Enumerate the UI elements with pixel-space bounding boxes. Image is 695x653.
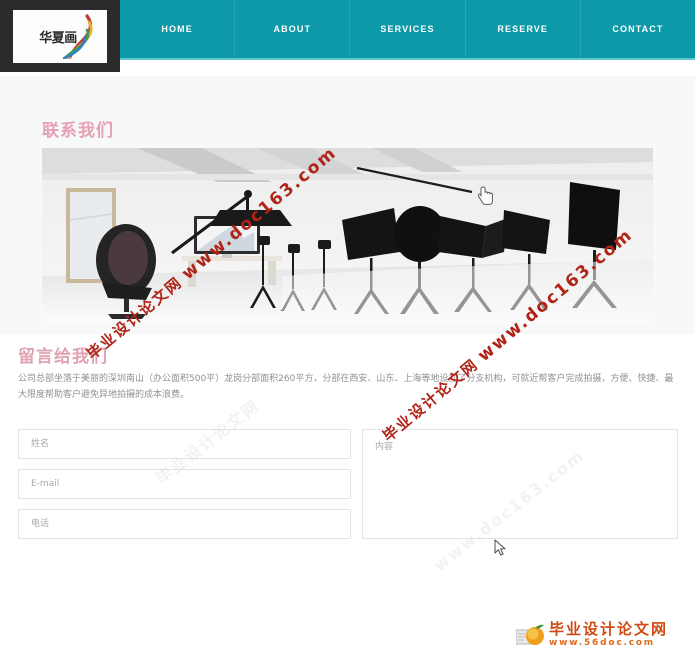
nav-item-about[interactable]: ABOUT — [235, 0, 351, 58]
email-input[interactable] — [18, 469, 351, 499]
studio-photo — [42, 148, 653, 323]
contact-form — [0, 429, 695, 609]
form-right-column — [362, 429, 678, 544]
mango-icon — [515, 622, 546, 648]
nav-item-home[interactable]: HOME — [120, 0, 236, 58]
contact-section: 联系我们 — [0, 76, 695, 334]
nav-item-services[interactable]: SERVICES — [350, 0, 466, 58]
message-section: 留言给我们 公司总部坐落于美丽的深圳南山（办公面积500平）龙岗分部面积260平… — [0, 334, 695, 653]
site-header: 华夏画 HOME ABOUT SERVICES RESERVE CONTACT — [0, 0, 695, 76]
studio-photo-image — [42, 148, 653, 323]
nav-item-contact[interactable]: CONTACT — [581, 0, 695, 58]
contact-heading: 联系我们 — [42, 121, 114, 141]
footer-logo-text: 毕业设计论文网 www.56doc.com — [549, 622, 668, 648]
logo-inner: 华夏画 — [13, 9, 107, 63]
main-navigation[interactable]: HOME ABOUT SERVICES RESERVE CONTACT — [120, 0, 695, 60]
name-input[interactable] — [18, 429, 351, 459]
message-heading: 留言给我们 — [18, 347, 108, 367]
logo-swoosh-icon — [63, 13, 93, 59]
footer-logo-56doc[interactable]: 毕业设计论文网 www.56doc.com — [515, 620, 688, 650]
nav-item-reserve[interactable]: RESERVE — [466, 0, 581, 58]
content-textarea[interactable] — [362, 429, 678, 539]
footer-logo-cn: 毕业设计论文网 — [549, 620, 669, 638]
form-left-column — [18, 429, 351, 549]
footer-logo-url: www.56doc.com — [549, 638, 655, 648]
message-intro-paragraph: 公司总部坐落于美丽的深圳南山（办公面积500平）龙岗分部面积260平方，分部在西… — [18, 374, 674, 400]
phone-input[interactable] — [18, 509, 351, 539]
logo-box[interactable]: 华夏画 — [0, 0, 120, 72]
